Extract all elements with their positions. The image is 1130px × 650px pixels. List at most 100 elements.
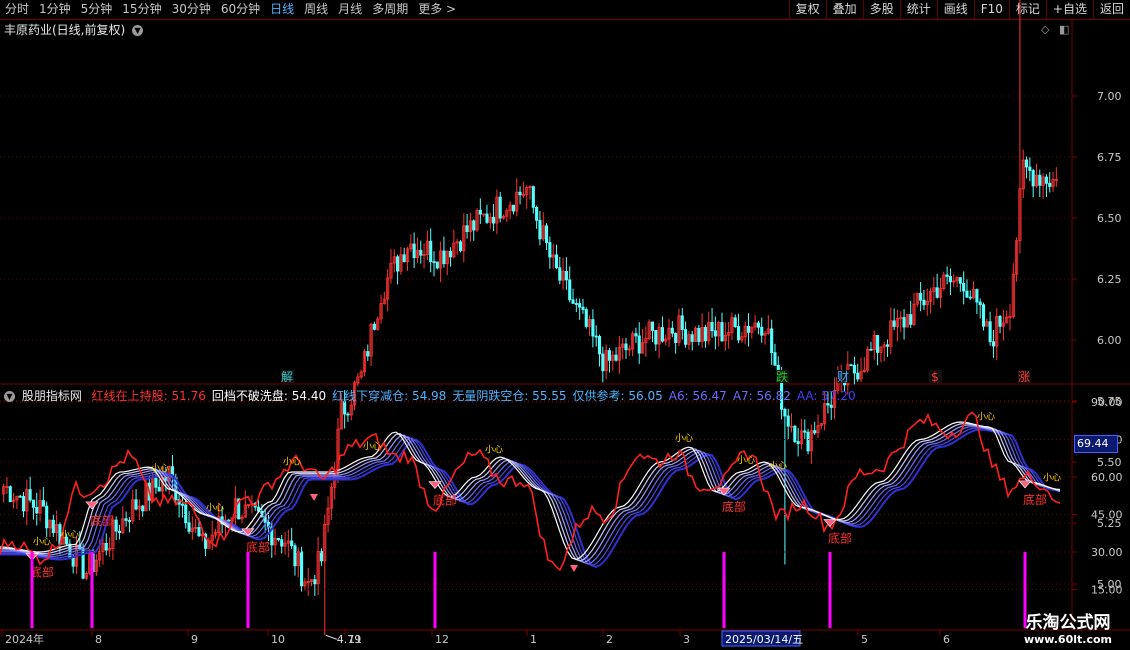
- candle-body: [601, 353, 605, 372]
- time-tick-label: 2024年: [5, 632, 44, 646]
- bottom-signal-label: 底部: [828, 531, 852, 546]
- candle-body: [869, 348, 873, 351]
- candle-body: [806, 431, 810, 452]
- bottom-diamond-icon: [85, 501, 99, 510]
- time-tick-label: 1: [530, 633, 537, 646]
- bottom-signal-bar: [433, 552, 437, 628]
- caution-signal-label: 小心: [61, 529, 79, 540]
- event-markers: 解 跌 财 $ 涨: [281, 369, 1031, 384]
- candle-body: [538, 219, 542, 240]
- caution-signal-label: 小心: [485, 444, 503, 455]
- candle-body: [104, 542, 108, 551]
- indicator-legend-item: 仅供参考: 56.05: [572, 389, 663, 403]
- bottom-signal-bar: [90, 552, 94, 628]
- indicator-name: 股朋指标网: [21, 389, 82, 403]
- candle-body: [548, 242, 552, 258]
- low-pointer: [325, 634, 337, 640]
- indicator-tick-label: 60.00: [1091, 471, 1123, 484]
- indicator-axis-labels: 90.0075.0060.0045.0030.0015.00: [1091, 396, 1123, 597]
- candle-body: [965, 290, 969, 298]
- candle-body: [134, 499, 138, 510]
- bottom-signal-bar: [722, 552, 726, 628]
- chevron-down-icon[interactable]: ▼: [4, 391, 15, 402]
- price-tick-label: 6.75: [1097, 151, 1122, 164]
- candle-body: [670, 327, 674, 334]
- time-tick-label: 2: [606, 633, 613, 646]
- candle-body: [852, 364, 856, 374]
- candle-body: [876, 335, 880, 353]
- candle-body: [624, 343, 628, 351]
- candle-body: [51, 519, 55, 534]
- candle-body: [276, 538, 280, 541]
- candle-body: [124, 518, 128, 521]
- candle-body: [300, 551, 304, 587]
- candle-body: [419, 249, 423, 256]
- event-marker-label: 解: [281, 370, 293, 384]
- candle-body: [127, 520, 132, 522]
- indicator-legend-item: A6: 56.47: [668, 389, 727, 403]
- candle-body: [511, 204, 516, 212]
- candle-body: [568, 279, 572, 301]
- candle-body: [594, 335, 598, 338]
- candle-body: [654, 330, 658, 345]
- candle-body: [1031, 170, 1035, 187]
- candle-body: [849, 364, 853, 367]
- candle-body: [703, 326, 708, 342]
- candle-body: [1044, 176, 1048, 184]
- candle-body: [319, 550, 324, 562]
- candle-body: [829, 404, 833, 408]
- indicator-legend-item: AA: 57.20: [796, 389, 856, 403]
- candle-body: [892, 320, 896, 327]
- candle-body: [290, 540, 294, 547]
- candle-body: [607, 350, 612, 361]
- bottom-signal-bar: [828, 552, 832, 628]
- candle-body: [909, 314, 913, 325]
- candle-body: [991, 341, 996, 347]
- bottom-signal-label: 底部: [246, 540, 270, 555]
- candle-body: [41, 500, 45, 507]
- candle-body: [498, 196, 502, 219]
- candle-body: [293, 545, 297, 567]
- caution-signal-label: 小心: [737, 455, 755, 466]
- candle-body: [919, 292, 923, 301]
- caution-signal-label: 小心: [206, 502, 224, 513]
- candle-body: [975, 289, 979, 303]
- chart-canvas: 7.006.756.506.256.005.755.505.255.00 7.4…: [0, 0, 1130, 647]
- candle-body: [45, 505, 49, 529]
- candle-body: [346, 413, 350, 416]
- candle-body: [634, 333, 638, 337]
- candle-body: [180, 503, 184, 506]
- candle-body: [736, 326, 741, 341]
- event-marker-label: 财: [837, 370, 849, 384]
- candle-body: [396, 256, 400, 272]
- indicator-line: [0, 424, 1061, 564]
- candle-body: [680, 315, 684, 330]
- candle-body: [197, 527, 201, 537]
- bottom-diamond-icon: [570, 565, 578, 572]
- candle-body: [28, 489, 32, 501]
- bottom-signal-label: 底部: [90, 513, 114, 528]
- candle-body: [141, 505, 145, 512]
- candle-body: [535, 207, 539, 221]
- candle-body: [773, 352, 777, 366]
- watermark-url: www.60lt.com: [1023, 633, 1112, 646]
- indicator-legend-item: 红线下穿减仓: 54.98: [332, 389, 447, 403]
- indicator-line: [0, 425, 1061, 565]
- price-grid: [0, 95, 1077, 585]
- candle-body: [813, 430, 817, 434]
- candle-body: [184, 504, 188, 524]
- candle-body: [885, 344, 890, 347]
- candle-body: [558, 267, 562, 281]
- event-marker-label: $: [931, 370, 939, 384]
- indicator-line: [0, 428, 1061, 568]
- indicator-line: [0, 422, 1061, 562]
- bottom-signal-label: 底部: [722, 499, 746, 514]
- candlesticks: [2, 0, 1058, 636]
- candle-body: [783, 408, 787, 417]
- candle-body: [402, 254, 406, 263]
- candle-body: [280, 539, 284, 547]
- candle-body: [429, 240, 433, 262]
- candle-body: [902, 317, 906, 328]
- time-tick-label: 8: [95, 633, 102, 646]
- candle-body: [968, 296, 972, 299]
